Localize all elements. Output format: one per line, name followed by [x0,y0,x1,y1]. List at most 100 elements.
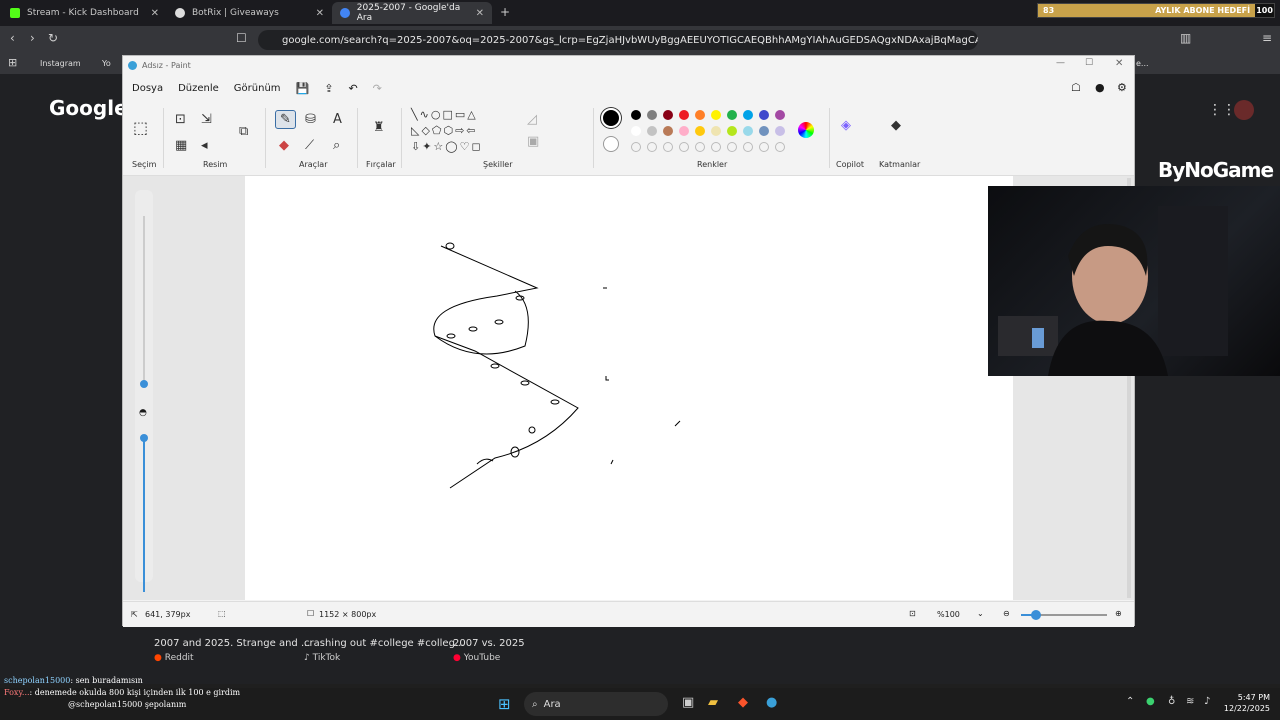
tray-chevron-icon[interactable]: ⌃ [1126,696,1134,707]
color-swatch[interactable] [663,110,673,120]
custom-color-slot[interactable] [647,142,657,152]
result-title-reddit[interactable]: 2007 and 2025. Strange and ... [154,638,310,649]
copilot-icon[interactable]: ◈ [841,118,851,133]
layers-icon[interactable]: ◆ [891,118,901,133]
pencil-icon[interactable]: ✎ [275,110,296,129]
custom-color-slot[interactable] [743,142,753,152]
forward-icon[interactable]: › [30,31,35,45]
bookmark-icon[interactable]: ☐ [236,31,247,45]
menu-icon[interactable]: ≡ [1262,31,1272,45]
wifi-icon[interactable]: ≋ [1186,696,1194,707]
bookmark-youtube[interactable]: Yo [102,59,111,68]
close-icon[interactable]: ✕ [476,8,484,19]
result-title-tiktok[interactable]: crashing out #college #colleg... [304,638,464,649]
secondary-color[interactable] [603,136,619,152]
color-swatch[interactable] [647,110,657,120]
zoom-slider[interactable] [1021,610,1107,620]
shapes-row-3-icon[interactable]: ⇩✦☆◯♡◻ [411,140,483,153]
brave-icon[interactable]: ◆ [738,695,748,710]
undo-icon[interactable]: ↶ [348,82,357,95]
new-tab-icon[interactable]: + [500,5,510,19]
text-icon[interactable]: A [333,112,342,127]
color-swatch[interactable] [759,126,769,136]
fit-screen-icon[interactable]: ⊡ [909,609,916,618]
edit-colors-icon[interactable] [798,122,814,138]
share-icon[interactable]: ⇪ [324,82,333,95]
color-swatch[interactable] [727,110,737,120]
avatar[interactable] [1234,100,1254,120]
custom-color-slot[interactable] [711,142,721,152]
brush-icon[interactable]: ♜ [373,120,385,135]
apps-grid-icon[interactable]: ⋮⋮ [1208,102,1236,118]
rotate-icon[interactable]: ◂ [201,138,208,153]
primary-color[interactable] [601,108,621,128]
size-slider-track[interactable] [143,216,145,384]
color-swatch[interactable] [631,110,641,120]
color-swatch[interactable] [743,110,753,120]
apps-icon[interactable]: ⊞ [8,56,17,69]
system-clock[interactable]: 5:47 PM 12/22/2025 [1220,692,1270,714]
custom-color-slot[interactable] [759,142,769,152]
custom-color-slot[interactable] [775,142,785,152]
bookmark-instagram[interactable]: Instagram [40,59,81,68]
tab-google[interactable]: 2025-2007 - Google'da Ara ✕ [332,2,492,24]
select-image-icon[interactable]: ▦ [175,138,187,153]
menu-view[interactable]: Görünüm [234,83,281,94]
microphone-icon[interactable]: ♁ [1168,696,1175,707]
zoom-out-icon[interactable]: ⊖ [1003,609,1010,618]
custom-color-slot[interactable] [631,142,641,152]
settings-icon[interactable]: ⚙ [1117,81,1127,94]
custom-color-slot[interactable] [663,142,673,152]
color-swatch[interactable] [711,126,721,136]
taskbar-search[interactable]: ⌕ Ara [524,692,668,716]
fill-style-icon[interactable]: ▣ [527,134,539,149]
tab-kick[interactable]: Stream - Kick Dashboard ✕ [2,2,167,24]
maximize-icon[interactable]: ☐ [1085,58,1093,68]
minimize-icon[interactable]: — [1056,58,1065,68]
menu-edit[interactable]: Düzenle [178,83,219,94]
color-swatch[interactable] [775,126,785,136]
color-swatch[interactable] [663,126,673,136]
windows-start-icon[interactable]: ⊞ [498,695,511,713]
menu-file[interactable]: Dosya [132,83,163,94]
selection-tool-icon[interactable]: ⬚ [133,118,148,137]
sidebar-icon[interactable]: ▥ [1180,31,1191,45]
paint-taskbar-icon[interactable]: ● [766,695,777,710]
color-swatch[interactable] [679,110,689,120]
size-slider-thumb[interactable] [140,380,148,388]
color-swatch[interactable] [711,110,721,120]
color-swatch[interactable] [743,126,753,136]
color-swatch[interactable] [759,110,769,120]
shapes-row-2-icon[interactable]: ◺◇⬠⬡⇨⇦ [411,124,478,137]
zoom-slider-thumb[interactable] [1031,610,1041,620]
resize-icon[interactable]: ⇲ [201,112,212,127]
close-icon[interactable]: ✕ [151,8,159,19]
custom-color-slot[interactable] [727,142,737,152]
tray-status-icon[interactable]: ● [1146,696,1155,707]
color-swatch[interactable] [647,126,657,136]
redo-icon[interactable]: ↷ [373,82,382,95]
result-source-reddit[interactable]: ● Reddit [154,653,194,663]
result-source-tiktok[interactable]: ♪ TikTok [304,653,340,663]
url-input[interactable]: google.com/search?q=2025-2007&oq=2025-20… [258,30,978,50]
image-creator-icon[interactable]: ⧉ [239,124,248,139]
outline-icon[interactable]: ◿ [527,112,537,127]
color-swatch[interactable] [727,126,737,136]
close-window-icon[interactable]: ✕ [1115,58,1123,69]
file-explorer-icon[interactable]: ▰ [708,695,718,710]
custom-color-slot[interactable] [679,142,689,152]
color-swatch[interactable] [695,126,705,136]
back-icon[interactable]: ‹ [10,31,15,45]
opacity-slider-track[interactable] [143,436,145,592]
eraser-icon[interactable]: ◆ [279,138,289,153]
drawing-canvas[interactable] [245,176,1013,600]
crop-icon[interactable]: ⊡ [175,112,186,127]
volume-icon[interactable]: ♪ [1204,696,1210,707]
result-source-youtube[interactable]: ● YouTube [453,653,500,663]
color-swatch[interactable] [695,110,705,120]
color-swatch[interactable] [775,110,785,120]
close-icon[interactable]: ✕ [316,8,324,19]
shapes-row-1-icon[interactable]: ╲∿○□▭△ [411,108,478,121]
fill-icon[interactable]: ⛁ [305,112,316,127]
bookmark-more[interactable]: e... [1136,59,1149,68]
